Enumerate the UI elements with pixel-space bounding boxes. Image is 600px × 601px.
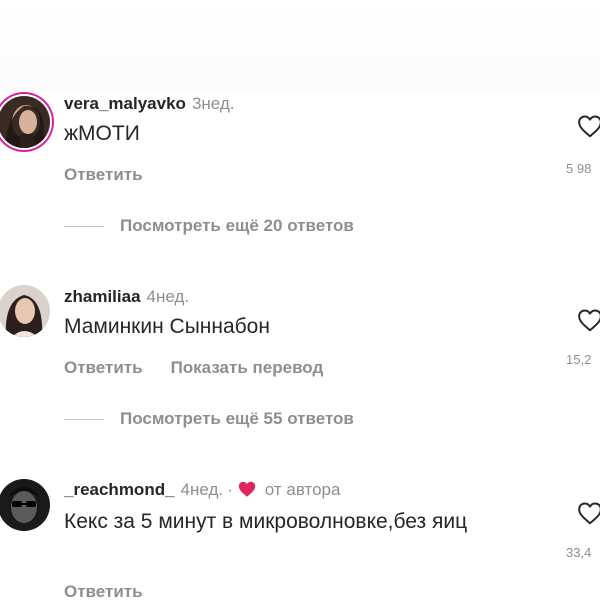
heart-outline-icon[interactable] — [577, 308, 600, 332]
view-more-replies-label: Посмотреть ещё 55 ответов — [120, 409, 354, 428]
avatar[interactable] — [0, 96, 50, 148]
comment-actions: Ответить — [64, 165, 143, 185]
timestamp: 3нед. — [191, 94, 235, 113]
comment-text: Маминкин Сыннабон — [64, 315, 270, 338]
divider-line — [64, 226, 104, 227]
profile-photo-icon — [0, 285, 50, 337]
heart-outline-icon[interactable] — [577, 501, 600, 525]
liked-by-author-label: от автора — [264, 480, 341, 499]
like-count: 15,2 — [566, 352, 592, 367]
view-more-replies[interactable]: Посмотреть ещё 20 ответов — [64, 216, 504, 238]
comment-actions: Ответить — [64, 582, 143, 601]
show-translation-button[interactable]: Показать перевод — [171, 358, 324, 377]
comment-header: zhamiliaa 4нед. — [64, 287, 189, 307]
profile-photo-icon — [0, 96, 50, 148]
top-blank-area — [0, 0, 600, 92]
reply-button[interactable]: Ответить — [64, 358, 143, 377]
username[interactable]: vera_malyavko — [64, 94, 186, 113]
heart-filled-icon — [238, 481, 255, 497]
username[interactable]: _reachmond_ — [64, 480, 175, 499]
avatar[interactable] — [0, 479, 50, 531]
view-more-replies[interactable]: Посмотреть ещё 55 ответов — [64, 409, 504, 431]
comment-header: _reachmond_ 4нед. · от автора — [64, 480, 340, 500]
divider-line — [64, 419, 104, 420]
reply-button[interactable]: Ответить — [64, 165, 143, 184]
view-more-replies-label: Посмотреть ещё 20 ответов — [120, 216, 354, 235]
comment-text: жМОТИ — [64, 122, 140, 145]
username[interactable]: zhamiliaa — [64, 287, 141, 306]
like-count: 5 98 — [566, 161, 592, 176]
comment-text: Кекс за 5 минут в микроволновке,без яиц — [64, 510, 468, 533]
avatar[interactable] — [0, 285, 50, 337]
profile-photo-icon — [0, 479, 50, 531]
timestamp: 4нед. — [146, 287, 190, 306]
comment-header: vera_malyavko 3нед. — [64, 94, 235, 114]
separator-dot: · — [227, 480, 233, 499]
reply-button[interactable]: Ответить — [64, 582, 143, 601]
like-count: 33,4 — [566, 545, 592, 560]
comment-actions: Ответить Показать перевод — [64, 358, 323, 378]
heart-outline-icon[interactable] — [577, 114, 600, 138]
timestamp: 4нед. — [180, 480, 224, 499]
